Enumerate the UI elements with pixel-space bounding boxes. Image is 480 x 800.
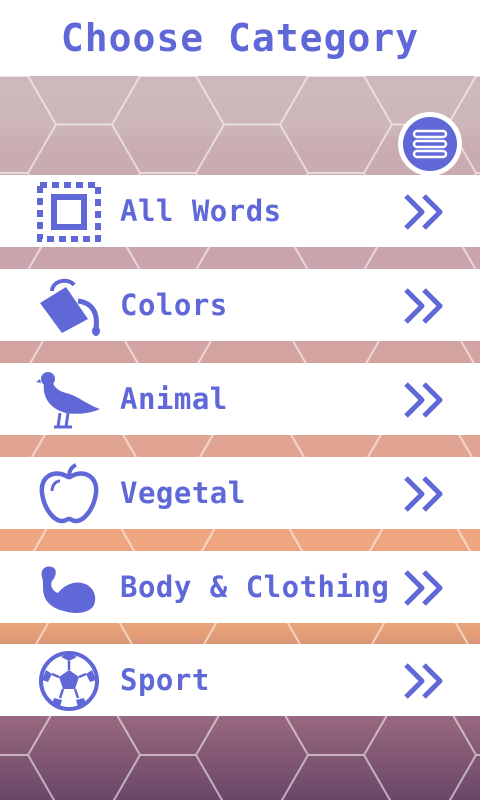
paint-bucket-icon [36,275,102,337]
category-label: Sport [120,663,210,697]
category-label: Colors [120,288,228,322]
chevron-double-right-icon [402,474,448,514]
category-animal[interactable]: Animal [0,363,480,435]
pigeon-icon [36,369,102,431]
category-vegetal[interactable]: Vegetal [0,457,480,529]
category-colors[interactable]: Colors [0,269,480,341]
category-sport[interactable]: Sport [0,644,480,716]
hamburger-menu-icon [403,117,457,171]
flexed-arm-icon [36,557,102,619]
category-label: Body & Clothing [120,570,390,604]
apple-icon [36,463,102,525]
chevron-double-right-icon [402,380,448,420]
category-label: All Words [120,194,282,228]
category-label: Animal [120,382,228,416]
category-all-words[interactable]: All Words [0,175,480,247]
chevron-double-right-icon [402,661,448,701]
select-all-icon [36,181,102,243]
category-label: Vegetal [120,476,246,510]
menu-button[interactable] [398,112,462,176]
header: Choose Category [0,0,480,76]
chevron-double-right-icon [402,286,448,326]
category-body-clothing[interactable]: Body & Clothing [0,551,480,623]
page-title: Choose Category [60,16,420,60]
chevron-double-right-icon [402,568,448,608]
soccer-ball-icon [36,650,102,712]
chevron-double-right-icon [402,192,448,232]
